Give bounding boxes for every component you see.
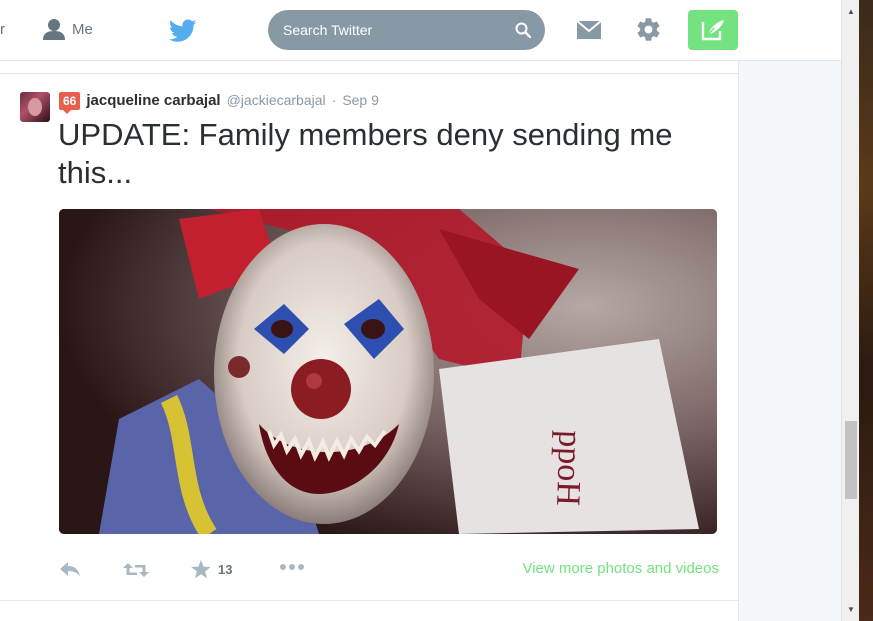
retweet-button[interactable] <box>123 562 149 578</box>
reply-button[interactable] <box>59 561 81 577</box>
svg-text:ppoH: ppoH <box>549 430 589 507</box>
desktop-background-strip <box>859 0 873 621</box>
separator-dot: · <box>331 92 337 108</box>
scroll-down-arrow-icon[interactable]: ▼ <box>842 601 860 618</box>
more-options-button[interactable] <box>279 563 305 571</box>
top-navigation-bar: r Me <box>0 0 841 61</box>
gear-icon[interactable] <box>635 16 662 48</box>
nav-item-partial[interactable]: r <box>0 21 5 38</box>
reply-arrow-icon <box>60 562 80 577</box>
quote-badge: 66 <box>59 92 81 114</box>
tweet-header: 66 jacqueline carbajal @jackiecarbajal ·… <box>59 92 379 114</box>
favorite-count: 13 <box>218 562 233 577</box>
nav-me-link[interactable]: Me <box>42 18 93 40</box>
twitter-bird-icon[interactable] <box>168 19 197 48</box>
tweet-photo[interactable]: ppoH <box>59 209 717 534</box>
scroll-thumb[interactable] <box>845 421 857 499</box>
browser-window: r Me Search Twitter 66 jacqueline carbaj… <box>0 0 841 621</box>
tweet-actions: 13 View more photos and videos <box>59 559 719 583</box>
right-sidebar <box>738 61 841 621</box>
search-input[interactable] <box>283 22 515 38</box>
author-username[interactable]: @jackiecarbajal <box>227 92 326 108</box>
tweet-text: UPDATE: Family members deny sending me t… <box>58 117 673 190</box>
search-box <box>268 10 545 50</box>
author-fullname[interactable]: jacqueline carbajal <box>86 92 220 109</box>
scroll-up-arrow-icon[interactable]: ▲ <box>842 3 860 20</box>
envelope-icon[interactable] <box>576 18 602 45</box>
person-icon <box>43 19 65 40</box>
star-icon <box>191 560 211 579</box>
compose-tweet-button[interactable] <box>688 10 738 50</box>
nav-me-label: Me <box>72 20 93 38</box>
ellipsis-icon <box>280 564 304 570</box>
clown-photo-image: ppoH <box>59 209 717 534</box>
view-more-photos-link[interactable]: View more photos and videos <box>522 560 719 577</box>
tweet-timestamp[interactable]: Sep 9 <box>342 92 379 108</box>
magnifier-icon[interactable] <box>515 22 531 38</box>
vertical-scrollbar[interactable]: ▲ ▼ <box>841 0 859 621</box>
quill-icon <box>701 20 724 41</box>
avatar[interactable] <box>20 92 50 122</box>
favorite-button[interactable]: 13 <box>191 560 232 579</box>
retweet-icon <box>123 563 149 577</box>
